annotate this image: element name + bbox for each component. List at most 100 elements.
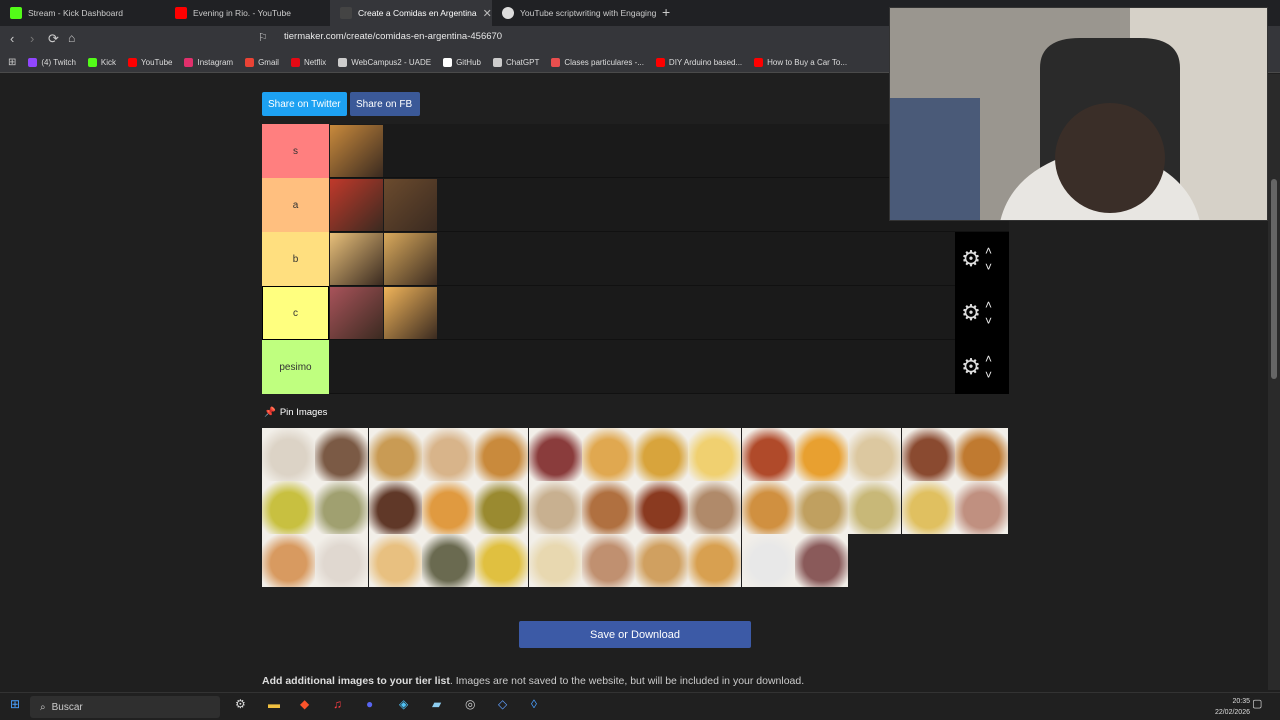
tier-food-image[interactable] (330, 179, 383, 231)
taskbar-search[interactable]: ⌕ Buscar (30, 696, 220, 718)
tab-scriptwriting[interactable]: YouTube scriptwriting with Engaging (492, 0, 657, 26)
pool-food-image[interactable] (635, 428, 689, 481)
tab-youtube[interactable]: Evening in Rio. - YouTube (165, 0, 330, 26)
share-twitter-button[interactable]: Share on Twitter (262, 92, 347, 116)
tier-food-image[interactable] (330, 287, 383, 339)
pool-food-image[interactable] (475, 534, 529, 587)
gear-icon[interactable]: ⚙ (957, 354, 985, 380)
windows-start-icon[interactable]: ⊞ (10, 697, 20, 711)
pool-food-image[interactable] (795, 428, 848, 481)
forward-icon[interactable]: › (30, 31, 34, 46)
scrollbar-thumb[interactable] (1271, 179, 1277, 379)
pool-food-image[interactable] (262, 534, 315, 587)
bookmark-item[interactable]: Instagram (184, 58, 233, 67)
tier-food-image[interactable] (384, 233, 437, 285)
pool-food-image[interactable] (368, 534, 422, 587)
app-icon[interactable]: ▰ (432, 697, 441, 711)
pool-food-image[interactable] (262, 481, 315, 534)
pool-food-image[interactable] (795, 481, 848, 534)
tab-tiermaker[interactable]: Create a Comidas en Argentina ✕ (330, 0, 492, 26)
pool-food-image[interactable] (688, 428, 742, 481)
tier-food-image[interactable] (330, 125, 383, 177)
pool-food-image[interactable] (848, 428, 902, 481)
save-download-button[interactable]: Save or Download (519, 621, 751, 648)
gear-icon[interactable]: ⚙ (957, 300, 985, 326)
tier-label[interactable]: pesimo (262, 340, 329, 394)
pool-food-image[interactable] (954, 481, 1008, 534)
chevron-down-icon[interactable]: ˅ (985, 367, 992, 383)
share-facebook-button[interactable]: Share on FB (350, 92, 420, 116)
home-icon[interactable]: ⌂ (68, 31, 75, 45)
pool-food-image[interactable] (315, 534, 369, 587)
pool-food-image[interactable] (368, 428, 422, 481)
pool-food-image[interactable] (475, 428, 529, 481)
pool-food-image[interactable] (475, 481, 529, 534)
discord-icon[interactable]: ● (366, 697, 373, 711)
reload-icon[interactable]: ⟳ (48, 31, 59, 47)
url-field[interactable]: tiermaker.com/create/comidas-en-argentin… (284, 31, 502, 42)
tier-food-image[interactable] (330, 233, 383, 285)
tier-food-image[interactable] (384, 179, 437, 231)
pool-food-image[interactable] (315, 481, 369, 534)
pool-food-image[interactable] (741, 481, 795, 534)
pool-food-image[interactable] (741, 534, 795, 587)
tier-label[interactable]: s (262, 124, 329, 178)
bookmark-item[interactable]: Kick (87, 58, 116, 67)
obs-icon[interactable]: ◎ (465, 697, 475, 711)
pool-food-image[interactable] (901, 428, 955, 481)
chevron-up-icon[interactable]: ˄ (985, 351, 992, 367)
file-explorer-icon[interactable]: ▬ (268, 697, 280, 711)
pool-food-image[interactable] (901, 481, 955, 534)
pool-food-image[interactable] (581, 534, 635, 587)
pool-food-image[interactable] (741, 428, 795, 481)
pool-food-image[interactable] (581, 481, 635, 534)
tab-kick[interactable]: Stream - Kick Dashboard (0, 0, 165, 26)
bookmark-item[interactable]: DIY Arduino based... (655, 58, 742, 67)
pool-food-image[interactable] (635, 481, 689, 534)
page-scrollbar[interactable] (1268, 74, 1280, 690)
apps-icon[interactable]: ⊞ (8, 57, 16, 68)
pool-food-image[interactable] (368, 481, 422, 534)
tier-label[interactable]: b (262, 232, 329, 286)
pool-food-image[interactable] (421, 481, 475, 534)
notifications-icon[interactable]: ▢ (1252, 697, 1262, 710)
tier-label[interactable]: a (262, 178, 329, 232)
back-icon[interactable]: ‹ (10, 31, 14, 46)
bookmark-item[interactable]: How to Buy a Car To... (754, 58, 847, 67)
chevron-down-icon[interactable]: ˅ (985, 259, 992, 275)
pool-food-image[interactable] (421, 534, 475, 587)
bookmark-item[interactable]: Netflix (290, 58, 326, 67)
pool-food-image[interactable] (528, 481, 582, 534)
pin-images-toggle[interactable]: 📌 Pin Images (264, 407, 327, 418)
bookmark-item[interactable]: WebCampus2 - UADE (338, 58, 431, 67)
pool-food-image[interactable] (635, 534, 689, 587)
pool-food-image[interactable] (315, 428, 369, 481)
bookmark-item[interactable]: (4) Twitch (28, 58, 76, 67)
pool-food-image[interactable] (795, 534, 848, 587)
pool-food-image[interactable] (421, 428, 475, 481)
gear-icon[interactable]: ⚙ (957, 246, 985, 272)
pool-food-image[interactable] (528, 534, 582, 587)
brave-icon[interactable]: ◆ (300, 697, 309, 711)
tier-label[interactable]: c (262, 286, 329, 340)
tier-food-image[interactable] (384, 287, 437, 339)
pool-food-image[interactable] (688, 481, 742, 534)
chevron-up-icon[interactable]: ˄ (985, 297, 992, 313)
pool-food-image[interactable] (954, 428, 1008, 481)
bookmark-item[interactable]: Gmail (245, 58, 279, 67)
new-tab-button[interactable]: + (662, 4, 670, 20)
steam-icon[interactable]: ◈ (399, 697, 408, 711)
chevron-up-icon[interactable]: ˄ (985, 243, 992, 259)
bookmark-item[interactable]: Clases particulares -... (551, 58, 644, 67)
app2-icon[interactable]: ◊ (531, 697, 537, 711)
vscode-icon[interactable]: ◇ (498, 697, 507, 711)
bookmark-item[interactable]: ChatGPT (492, 58, 539, 67)
close-tab-icon[interactable]: ✕ (483, 7, 492, 20)
pool-food-image[interactable] (581, 428, 635, 481)
settings-icon[interactable]: ⚙ (235, 697, 246, 711)
chevron-down-icon[interactable]: ˅ (985, 313, 992, 329)
pool-food-image[interactable] (848, 481, 902, 534)
pool-food-image[interactable] (262, 428, 315, 481)
bookmark-item[interactable]: YouTube (128, 58, 172, 67)
bookmark-icon[interactable]: ⚐ (258, 31, 268, 44)
